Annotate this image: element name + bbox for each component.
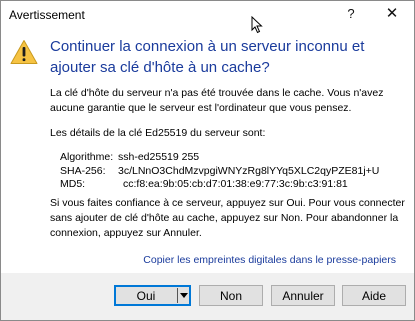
dialog-heading: Continuer la connexion à un serveur inco… <box>50 38 365 76</box>
no-button[interactable]: Non <box>199 285 263 306</box>
instructions-line: connexion, appuyez sur Annuler. <box>50 227 202 239</box>
fingerprint-value: 3c/LNnO3ChdMzvpgiWNYzRg8lYYq5XLC2qyPZE81… <box>118 164 380 177</box>
fingerprint-value: cc:f8:ea:9b:05:cb:d7:01:38:e9:77:3c:9b:c… <box>123 178 348 190</box>
yes-split-button[interactable]: Oui <box>114 285 191 306</box>
host-key-warning-dialog: Avertissement ? ✕ Continuer la connexion… <box>0 0 415 321</box>
mouse-cursor-icon <box>251 16 263 34</box>
yes-button-label[interactable]: Oui <box>115 286 177 307</box>
key-details-intro: Les détails de la clé Ed25519 du serveur… <box>50 127 266 139</box>
fingerprint-row-sha256: SHA-256: 3c/LNnO3ChdMzvpgiWNYzRg8lYYq5XLC… <box>60 165 379 179</box>
instructions-line: sans ajouter de clé d'hôte au cache, app… <box>50 212 399 224</box>
help-dialog-button[interactable]: Aide <box>342 285 406 306</box>
cache-warning-line: La clé d'hôte du serveur n'a pas été tro… <box>50 87 384 99</box>
button-bar: Oui Non Annuler Aide <box>1 273 414 320</box>
fingerprint-table: Algorithme: ssh-ed25519 255 SHA-256: 3c/LN… <box>60 151 379 192</box>
fingerprint-value: ssh-ed25519 255 <box>118 151 200 163</box>
title-bar[interactable]: Avertissement ? ✕ <box>1 1 414 29</box>
copy-fingerprints-link[interactable]: Copier les empreintes digitales dans le … <box>143 254 396 266</box>
fingerprint-label: Algorithme: <box>60 151 114 163</box>
fingerprint-row-algorithm: Algorithme: ssh-ed25519 255 <box>60 151 379 165</box>
cancel-button[interactable]: Annuler <box>271 285 335 306</box>
instructions-text: Si vous faites confiance à ce serveur, a… <box>50 196 405 241</box>
dropdown-arrow-icon[interactable] <box>180 293 188 298</box>
window-title: Avertissement <box>9 8 85 22</box>
cache-warning-text: La clé d'hôte du serveur n'a pas été tro… <box>50 86 383 116</box>
help-button[interactable]: ? <box>336 3 366 25</box>
cache-warning-line: aucune garantie que le serveur est l'ord… <box>50 102 352 114</box>
fingerprint-row-md5: MD5: cc:f8:ea:9b:05:cb:d7:01:38:e9:77:3c:… <box>60 178 379 192</box>
close-button[interactable]: ✕ <box>377 3 407 25</box>
split-divider <box>177 288 178 303</box>
warning-icon <box>10 40 38 64</box>
fingerprint-label: SHA-256: <box>60 164 106 177</box>
fingerprint-label: MD5: <box>60 178 86 190</box>
instructions-line: Si vous faites confiance à ce serveur, a… <box>50 197 405 209</box>
